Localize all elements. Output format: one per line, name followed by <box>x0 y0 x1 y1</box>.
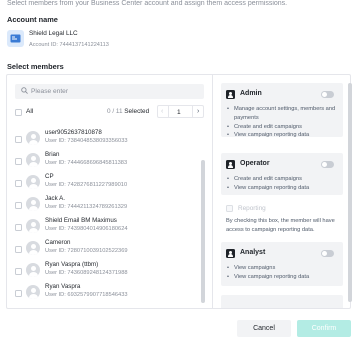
avatar <box>26 175 40 189</box>
member-list: user9052637810878 User ID: 7384048538093… <box>7 123 211 308</box>
member-checkbox[interactable] <box>15 136 22 143</box>
pager-divider <box>192 106 193 117</box>
avatar <box>26 219 40 233</box>
member-checkbox[interactable] <box>15 246 22 253</box>
role-card-next <box>221 295 343 308</box>
permission-item: View campaign reporting data <box>227 131 339 140</box>
analyst-role-icon <box>226 249 235 258</box>
admin-role-icon <box>226 90 235 99</box>
member-name: Cameron <box>45 239 71 246</box>
avatar <box>26 241 40 255</box>
member-name: Shield Email BM Maximus <box>45 217 117 224</box>
member-row[interactable]: Cameron User ID: 7280710039102522369 <box>7 238 207 260</box>
avatar <box>26 263 40 277</box>
permission-item: Manage account settings, members and pay… <box>227 105 339 123</box>
operator-toggle[interactable] <box>321 160 334 168</box>
role-card-operator: Operator Create and edit campaigns View … <box>221 153 343 195</box>
avatar <box>26 197 40 211</box>
member-name: Jack A. <box>45 195 65 202</box>
page-number[interactable]: 1 <box>177 109 181 116</box>
selected-count: 0 / 11 Selected <box>107 108 149 115</box>
member-row[interactable]: Ryan Vaspra User ID: 6932579907718546433 <box>7 282 207 304</box>
member-selection-panel: Please enter All 0 / 11 Selected ‹ 1 › u… <box>6 74 352 309</box>
role-card-analyst: Analyst View campaigns View campaign rep… <box>221 242 343 286</box>
role-permissions: Create and edit campaigns View campaign … <box>227 175 339 193</box>
permission-item: Create and edit campaigns <box>227 175 339 184</box>
members-section-title: Select members <box>7 62 64 71</box>
role-list: Admin Manage account settings, members a… <box>221 83 345 308</box>
role-title: Analyst <box>240 249 266 256</box>
member-checkbox[interactable] <box>15 268 22 275</box>
admin-toggle[interactable] <box>321 90 334 98</box>
cancel-button[interactable]: Cancel <box>237 320 291 337</box>
next-page-icon[interactable]: › <box>197 108 199 115</box>
member-checkbox[interactable] <box>15 224 22 231</box>
member-checkbox[interactable] <box>15 202 22 209</box>
member-row[interactable]: CP User ID: 7428276811227989010 <box>7 172 207 194</box>
reporting-checkbox[interactable] <box>226 205 233 212</box>
search-input[interactable]: Please enter <box>15 84 204 99</box>
search-icon <box>21 87 28 94</box>
account-id: Account ID: 7444137141224113 <box>29 42 109 48</box>
member-id: User ID: 7384048538093356033 <box>45 138 128 144</box>
member-checkbox[interactable] <box>15 158 22 165</box>
account-section-title: Account name <box>7 15 58 24</box>
pagination: ‹ 1 › <box>157 105 204 118</box>
permission-item: View campaign reporting data <box>227 273 339 282</box>
member-row[interactable]: Shield Email BM Maximus User ID: 7439804… <box>7 216 207 238</box>
member-row[interactable]: Jack A. User ID: 7444211324789261329 <box>7 194 207 216</box>
reporting-description: By checking this box, the member will ha… <box>226 218 335 234</box>
member-row[interactable]: Ryan Vaspra (ttbm) User ID: 743608924812… <box>7 260 207 282</box>
confirm-button[interactable]: Confirm <box>297 320 351 337</box>
member-id: User ID: 7280710039102522369 <box>45 248 128 254</box>
avatar <box>26 153 40 167</box>
selected-label: Selected <box>124 108 150 115</box>
account-name: Shield Legal LLC <box>29 30 78 37</box>
member-id: User ID: 7439804014906180624 <box>45 226 128 232</box>
intro-text: Select members from your Business Center… <box>7 0 288 7</box>
search-placeholder: Please enter <box>31 87 69 95</box>
account-icon <box>7 30 24 47</box>
role-card-admin: Admin Manage account settings, members a… <box>221 83 343 140</box>
member-row[interactable]: user9052637810878 User ID: 7384048538093… <box>7 128 207 150</box>
member-id: User ID: 7444211324789261329 <box>45 204 128 210</box>
reporting-label: Reporting <box>238 204 266 212</box>
permission-item: Create and edit campaigns <box>227 123 339 132</box>
role-title: Operator <box>240 160 270 167</box>
member-checkbox[interactable] <box>15 180 22 187</box>
permission-item: View campaigns <box>227 264 339 273</box>
avatar <box>26 285 40 299</box>
role-title: Admin <box>240 90 262 97</box>
member-name: user9052637810878 <box>45 129 102 136</box>
panel-divider <box>212 75 213 308</box>
member-name: CP <box>45 173 54 180</box>
id-card-icon <box>10 34 21 43</box>
member-name: Ryan Vaspra <box>45 283 81 290</box>
member-id: User ID: 7436089248124371988 <box>45 270 128 276</box>
member-checkbox[interactable] <box>15 290 22 297</box>
reporting-option: Reporting By checking this box, the memb… <box>221 200 343 240</box>
pager-divider <box>168 106 169 117</box>
avatar <box>26 131 40 145</box>
role-list-scrollbar[interactable] <box>348 83 352 302</box>
select-all-label: All <box>26 108 34 115</box>
prev-page-icon[interactable]: ‹ <box>161 108 163 115</box>
count-value: 0 / 11 <box>107 108 123 115</box>
member-id: User ID: 7444668696845811383 <box>45 160 128 166</box>
analyst-toggle[interactable] <box>321 249 334 257</box>
operator-role-icon <box>226 160 235 169</box>
member-list-scrollbar[interactable] <box>201 160 205 303</box>
permission-item: View campaign reporting data <box>227 184 339 193</box>
member-id: User ID: 7428276811227989010 <box>45 182 128 188</box>
member-id: User ID: 6932579907718546433 <box>45 292 128 298</box>
member-name: Brian <box>45 151 60 158</box>
member-name: Ryan Vaspra (ttbm) <box>45 261 99 268</box>
member-row[interactable]: Brian User ID: 7444668696845811383 <box>7 150 207 172</box>
role-permissions: Manage account settings, members and pay… <box>227 105 339 140</box>
select-all-checkbox[interactable] <box>15 109 22 116</box>
role-permissions: View campaigns View campaign reporting d… <box>227 264 339 282</box>
